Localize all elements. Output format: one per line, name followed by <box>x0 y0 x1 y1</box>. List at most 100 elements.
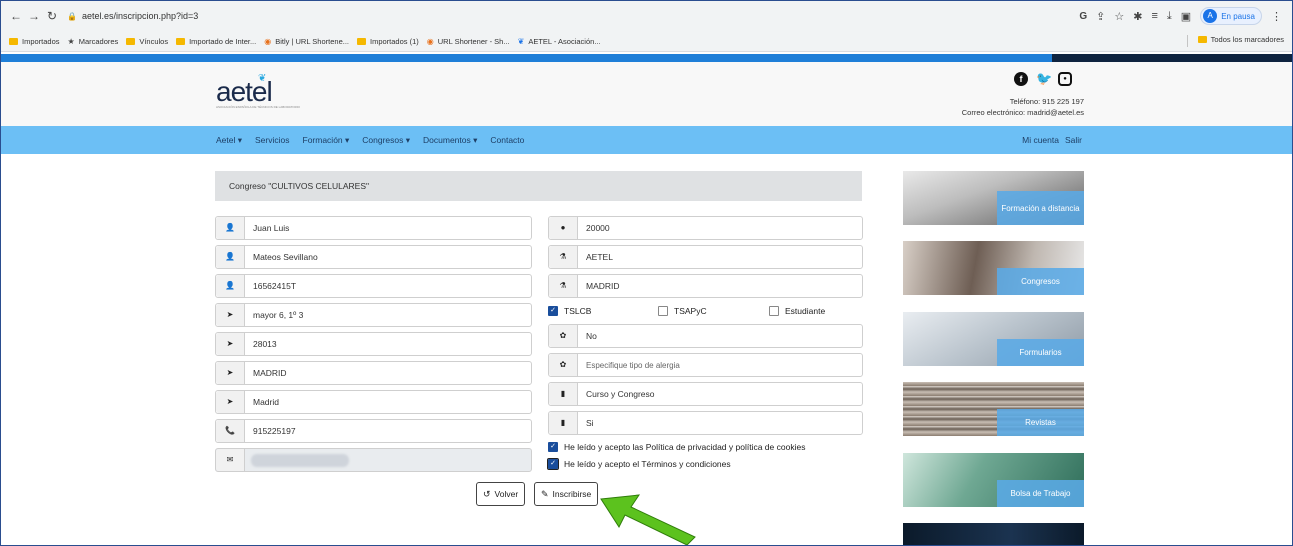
instagram-icon[interactable]: ● <box>1058 72 1072 86</box>
side-panel-icon[interactable]: ▣ <box>1181 10 1191 23</box>
bookmark-label: Vínculos <box>139 36 169 46</box>
location-arrow-icon: ➤ <box>216 333 245 355</box>
checkbox-tsapyc[interactable]: TSAPyC <box>658 306 707 316</box>
bookmark-importado-inter[interactable]: Importado de Inter... <box>176 37 256 46</box>
nav-formacion[interactable]: Formación ▾ <box>303 135 350 146</box>
address-bar[interactable]: 🔒 aetel.es/inscripcion.php?id=3 <box>67 11 198 21</box>
more-menu-icon[interactable]: ⋮ <box>1271 10 1282 23</box>
folder-icon <box>176 37 186 45</box>
checkbox-checked-icon: ✓ <box>548 306 558 316</box>
sidebar-caption: Bolsa de Trabajo <box>997 480 1084 507</box>
nav-documentos[interactable]: Documentos ▾ <box>423 135 477 146</box>
nav-salir[interactable]: Salir <box>1065 135 1082 145</box>
city-value: MADRID <box>253 368 287 378</box>
avatar: A <box>1203 9 1218 23</box>
bookmark-importados-1[interactable]: Importados (1) <box>357 37 419 46</box>
back-arrow-icon[interactable]: ← <box>7 9 25 23</box>
privacy-checkbox[interactable]: ✓ He leído y acepto las Política de priva… <box>548 442 805 452</box>
bookmark-label: AETEL - Asociación... <box>528 36 601 46</box>
organization-value: AETEL <box>586 252 613 262</box>
location-arrow-icon: ➤ <box>216 304 245 326</box>
facebook-icon[interactable]: f <box>1014 72 1028 86</box>
member-code-value: 20000 <box>586 223 610 233</box>
phone-text: Teléfono: 915 225 197 <box>1009 97 1084 106</box>
reload-icon[interactable]: ↻ <box>43 9 61 23</box>
bitly-icon: ◉ <box>264 36 272 46</box>
allergy-select[interactable]: ✿ No <box>548 324 863 348</box>
folder-icon <box>357 37 366 45</box>
submit-button[interactable]: ✎ Inscribirse <box>534 482 599 506</box>
extensions-icon[interactable]: ✱ <box>1133 10 1142 23</box>
postal-code-field[interactable]: ➤ 28013 <box>215 332 532 356</box>
url-text: aetel.es/inscripcion.php?id=3 <box>81 11 199 21</box>
checkbox-checked-icon: ✓ <box>548 442 558 452</box>
address-field[interactable]: ➤ mayor 6, 1º 3 <box>215 303 532 327</box>
twitter-icon[interactable]: 🐦 <box>1036 72 1052 86</box>
download-icon[interactable]: ⤓ <box>1167 10 1172 23</box>
terms-label: He leído y acepto el Términos y condicio… <box>564 459 731 469</box>
folder-icon <box>9 37 18 45</box>
nav-servicios[interactable]: Servicios <box>255 135 289 146</box>
share-icon[interactable]: ⇪ <box>1096 10 1105 23</box>
nav-mi-cuenta[interactable]: Mi cuenta <box>1022 135 1059 145</box>
bookmark-label: Importados <box>22 36 60 46</box>
location-arrow-icon: ➤ <box>216 391 245 413</box>
sidebar-revistas[interactable]: Revistas <box>903 382 1084 436</box>
site-logo[interactable]: ❦ aetel ASOCIACIÓN ESPAÑOLA DE TÉCNICOS … <box>216 73 300 109</box>
bookmark-label: URL Shortener - Sh... <box>437 36 510 46</box>
dni-field[interactable]: 👤 16562415T <box>215 274 532 298</box>
sidebar-world-map-banner[interactable] <box>903 523 1084 545</box>
bookmark-label: Importado de Inter... <box>189 36 257 46</box>
edit-icon: ✎ <box>541 488 549 499</box>
bookmark-marcadores[interactable]: ★ Marcadores <box>68 37 119 46</box>
last-name-field[interactable]: 👤 Mateos Sevillano <box>215 245 532 269</box>
member-code-field[interactable]: ● 20000 <box>548 216 863 240</box>
top-stripe-dark <box>1052 54 1292 62</box>
sidebar-formacion[interactable]: Formación a distancia <box>903 171 1084 225</box>
bookmark-star-icon[interactable]: ☆ <box>1114 10 1124 23</box>
sidebar-bolsa-trabajo[interactable]: Bolsa de Trabajo <box>903 453 1084 507</box>
allergy-type-input[interactable]: ✿ Especifique tipo de alergia <box>548 353 863 377</box>
sidebar-caption: Revistas <box>997 409 1084 436</box>
address-value: mayor 6, 1º 3 <box>253 310 304 320</box>
nav-congresos[interactable]: Congresos ▾ <box>362 135 410 146</box>
undo-icon: ↺ <box>483 488 491 499</box>
location-arrow-icon: ➤ <box>216 362 245 384</box>
browser-toolbar: ← → ↻ 🔒 aetel.es/inscripcion.php?id=3 G … <box>1 1 1292 31</box>
all-bookmarks[interactable]: Todos los marcadores <box>1197 35 1284 44</box>
main-nav: Aetel ▾ Servicios Formación ▾ Congresos … <box>1 126 1292 154</box>
reading-list-icon[interactable]: ≡ <box>1151 10 1157 22</box>
user-icon: 👤 <box>216 246 245 268</box>
phone-icon: 📞 <box>216 420 245 442</box>
terms-checkbox[interactable]: ✓ He leído y acepto el Términos y condici… <box>547 458 731 470</box>
first-name-field[interactable]: 👤 Juan Luis <box>215 216 532 240</box>
bookmark-bitly[interactable]: ◉ Bitly | URL Shortene... <box>264 37 349 46</box>
registration-type-select[interactable]: ▮ Curso y Congreso <box>548 382 863 406</box>
organization-field[interactable]: ⚗ AETEL <box>548 245 863 269</box>
sidebar-congresos[interactable]: Congresos <box>903 241 1084 295</box>
back-button[interactable]: ↺ Volver <box>476 482 526 506</box>
bookmark-importados[interactable]: Importados <box>9 37 60 46</box>
profile-paused-button[interactable]: A En pausa <box>1200 7 1262 25</box>
checkbox-tslcb[interactable]: ✓ TSLCB <box>548 306 591 316</box>
province-field[interactable]: ➤ Madrid <box>215 390 532 414</box>
city-field[interactable]: ➤ MADRID <box>215 361 532 385</box>
confirmation-select[interactable]: ▮ Si <box>548 411 863 435</box>
work-city-field[interactable]: ⚗ MADRID <box>548 274 863 298</box>
bookmark-vinculos[interactable]: Vínculos <box>126 37 168 46</box>
sidebar-formularios[interactable]: Formularios <box>903 312 1084 366</box>
user-icon: 👤 <box>216 217 245 239</box>
nav-contacto[interactable]: Contacto <box>490 135 524 146</box>
checkbox-estudiante[interactable]: Estudiante <box>769 306 825 316</box>
phone-field[interactable]: 📞 915225197 <box>215 419 532 443</box>
bookmark-url-shortener[interactable]: ◉ URL Shortener - Sh... <box>427 37 510 46</box>
bookmark-separator <box>1187 35 1188 47</box>
nav-aetel[interactable]: Aetel ▾ <box>216 135 242 146</box>
privacy-label: He leído y acepto las Política de privac… <box>564 442 806 452</box>
bookmark-aetel[interactable]: ❦ AETEL - Asociación... <box>518 37 601 46</box>
book-icon: ▮ <box>549 412 578 434</box>
site-header: ❦ aetel ASOCIACIÓN ESPAÑOLA DE TÉCNICOS … <box>1 62 1292 126</box>
google-icon[interactable]: G <box>1079 11 1087 22</box>
forward-arrow-icon[interactable]: → <box>25 9 43 23</box>
book-icon: ▮ <box>549 383 578 405</box>
